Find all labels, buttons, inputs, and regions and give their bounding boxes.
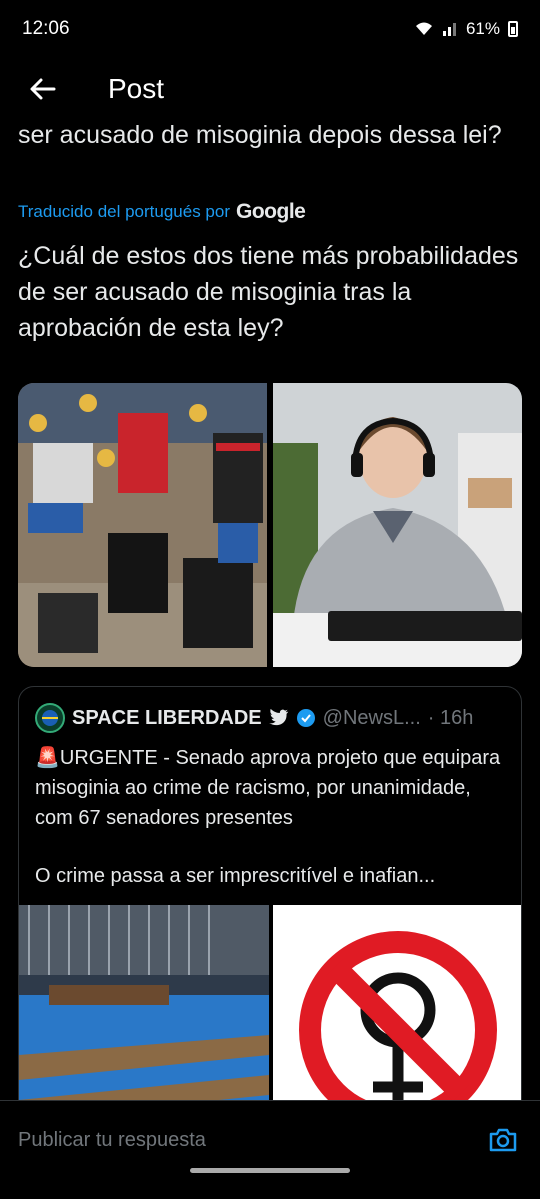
media-photo-senate[interactable] (19, 905, 269, 1100)
quoted-post-media (19, 905, 521, 1100)
media-photo-crowd[interactable] (18, 383, 267, 667)
top-bar: Post (0, 60, 540, 118)
wifi-icon (415, 22, 432, 35)
translation-attribution[interactable]: Traducido del portugués por Google (18, 200, 306, 224)
twitter-bird-icon (268, 709, 288, 726)
status-bar: 12:06 61% (0, 0, 540, 60)
quoted-post[interactable]: SPACE LIBERDADE @NewsL... · 16h 🚨URGENTE… (18, 686, 522, 1100)
battery-percent: 61% (465, 19, 500, 38)
verified-badge-icon (296, 709, 315, 727)
quoted-author-handle: @NewsL... (322, 706, 421, 729)
status-time: 12:06 (22, 18, 70, 39)
quoted-post-time: · 16h (427, 706, 474, 729)
home-indicator (190, 1168, 350, 1173)
quoted-post-text: 🚨URGENTE - Senado aprova projeto que equ… (35, 743, 511, 891)
google-logo: Google (236, 200, 306, 223)
reply-input[interactable]: Publicar tu respuesta (18, 1129, 206, 1152)
quoted-author-name: SPACE LIBERDADE (72, 706, 262, 729)
battery-icon (508, 21, 518, 37)
post-content[interactable]: ser acusado de misoginia depois dessa le… (0, 118, 540, 1100)
quoted-text-paragraph-2: O crime passa a ser imprescritível e ina… (35, 865, 436, 887)
original-text: ser acusado de misoginia depois dessa le… (18, 121, 502, 149)
signal-icon (442, 23, 456, 36)
quoted-author-avatar[interactable] (35, 703, 65, 733)
translated-by-label: Traducido del portugués por (18, 202, 231, 221)
camera-icon[interactable] (488, 1125, 518, 1155)
translated-text: ¿Cuál de estos dos tiene más probabilida… (18, 242, 519, 342)
reply-bar: Publicar tu respuesta (0, 1100, 540, 1182)
back-arrow-icon[interactable] (26, 72, 60, 106)
quoted-text-paragraph-1: 🚨URGENTE - Senado aprova projeto que equ… (35, 747, 501, 829)
status-icons: 61% (414, 19, 518, 39)
page-title: Post (108, 73, 165, 104)
media-photo-boy-computer[interactable] (273, 383, 522, 667)
quoted-post-header: SPACE LIBERDADE @NewsL... · 16h (35, 703, 473, 733)
post-media (18, 383, 522, 667)
media-no-female-symbol[interactable] (273, 905, 521, 1100)
